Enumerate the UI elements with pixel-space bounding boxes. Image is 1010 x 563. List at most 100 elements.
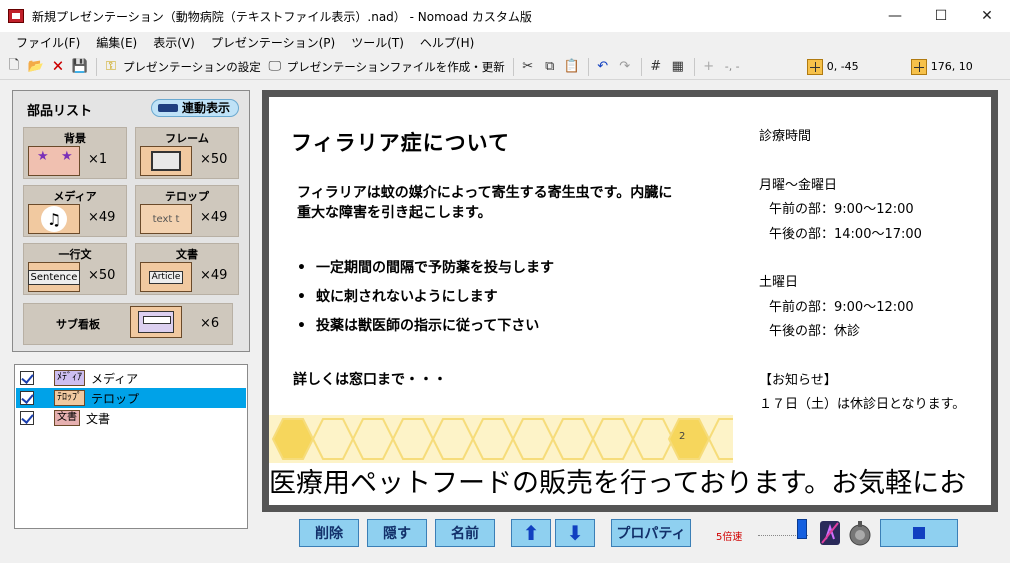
music-note-icon: ♫ — [41, 206, 67, 232]
frame-thumbnail — [140, 146, 192, 176]
part-label: 文書 — [176, 248, 198, 261]
new-file-icon[interactable]: 🗋 — [4, 57, 24, 77]
article-thumb-text: Article — [148, 270, 184, 284]
layer-type-tag: ﾃﾛｯﾌﾟ — [54, 390, 85, 406]
app-icon — [8, 9, 24, 23]
copy-icon[interactable]: ⧉ — [540, 57, 560, 77]
move-down-button[interactable]: ⬇ — [555, 519, 595, 547]
slide-canvas[interactable]: フィラリア症について フィラリアは蚊の媒介によって寄生する寄生虫です。内臓に重大… — [269, 97, 991, 505]
layer-row[interactable]: 文書 文書 — [16, 408, 246, 428]
toolbar-separator — [693, 57, 695, 76]
menu-help[interactable]: ヘルプ(H) — [412, 32, 482, 54]
cut-icon[interactable]: ✂ — [518, 57, 538, 77]
minimize-button[interactable]: — — [872, 0, 918, 32]
create-update-button[interactable]: プレゼンテーションファイルを作成・更新 — [287, 59, 505, 75]
sub-sign-thumbnail — [130, 306, 182, 338]
crosshair-disabled-icon: + — [703, 59, 715, 74]
part-document[interactable]: 文書 Article ×49 — [135, 243, 239, 295]
rename-button[interactable]: 名前 — [435, 519, 495, 547]
speed-slider-thumb[interactable] — [797, 519, 807, 539]
notice-text: １７日（土）は休診日となります。 — [759, 397, 966, 412]
position-readout: 0, -45 — [826, 60, 859, 73]
hexagon-pattern: 2 — [269, 415, 733, 463]
layer-list: ﾒﾃﾞｨｱ メディア ﾃﾛｯﾌﾟ テロップ 文書 文書 — [14, 364, 248, 529]
close-button[interactable]: ✕ — [964, 0, 1010, 32]
background-thumbnail: ★ ★ — [28, 146, 80, 176]
part-count: ×50 — [200, 152, 228, 167]
grid-icon[interactable]: # — [646, 57, 666, 77]
layer-row[interactable]: ﾒﾃﾞｨｱ メディア — [16, 368, 246, 388]
stop-button[interactable] — [880, 519, 958, 547]
visibility-checkbox[interactable] — [20, 411, 34, 425]
position-icon — [806, 58, 823, 75]
parts-panel: 部品リスト 連動表示 背景 ★ ★ ×1 フレーム ×50 メディア ♫ ×49… — [12, 90, 250, 352]
part-label: フレーム — [165, 132, 209, 145]
toolbar-separator — [96, 57, 97, 76]
hexagon-number: 2 — [679, 431, 686, 442]
maximize-button[interactable]: ☐ — [918, 0, 964, 32]
part-label: メディア — [53, 190, 97, 203]
slide-title: フィラリア症について — [291, 131, 510, 155]
part-background[interactable]: 背景 ★ ★ ×1 — [23, 127, 127, 179]
key-icon: ⚿ — [106, 59, 116, 74]
toolbar: 🗋 📂 🗙 💾 ⚿ プレゼンテーションの設定 🖵 プレゼンテーションファイルを作… — [0, 54, 1010, 80]
mute-svg — [820, 521, 840, 545]
bullet-item: 投薬は獣医師の指示に従って下さい — [297, 315, 554, 344]
record-icon[interactable] — [848, 518, 872, 548]
open-folder-icon[interactable]: 📂 — [26, 57, 46, 77]
part-telop[interactable]: テロップ text t ×49 — [135, 185, 239, 237]
part-sub-sign[interactable]: サブ看板 ×6 — [23, 303, 233, 345]
fine-grid-icon[interactable]: ▦ — [668, 57, 688, 77]
menu-file[interactable]: ファイル(F) — [8, 32, 88, 54]
menu-presentation[interactable]: プレゼンテーション(P) — [203, 32, 343, 54]
weekday-morning: 午前の部：9:00～12:00 — [769, 202, 914, 217]
layer-row-selected[interactable]: ﾃﾛｯﾌﾟ テロップ — [16, 388, 246, 408]
delete-button[interactable]: 削除 — [299, 519, 359, 547]
presentation-settings-button[interactable]: プレゼンテーションの設定 — [123, 59, 261, 75]
document-thumbnail: Article — [140, 262, 192, 292]
stop-icon — [913, 527, 925, 539]
undo-icon[interactable]: ↶ — [593, 57, 613, 77]
link-display-button[interactable]: 連動表示 — [150, 99, 239, 117]
star-icon: ★ — [37, 149, 49, 164]
save-icon[interactable]: 💾 — [70, 57, 90, 77]
mute-icon[interactable] — [818, 518, 842, 548]
toolbar-separator — [640, 57, 642, 76]
paste-icon[interactable]: 📋 — [562, 57, 582, 77]
title-bar: 新規プレゼンテーション（動物病院（テキストファイル表示）.nad） - Nomo… — [0, 0, 1010, 32]
part-frame[interactable]: フレーム ×50 — [135, 127, 239, 179]
hide-button[interactable]: 隠す — [367, 519, 427, 547]
menu-edit[interactable]: 編集(E) — [88, 32, 145, 54]
menu-bar: ファイル(F) 編集(E) 表示(V) プレゼンテーション(P) ツール(T) … — [0, 32, 1010, 54]
visibility-checkbox[interactable] — [20, 391, 34, 405]
visibility-checkbox[interactable] — [20, 371, 34, 385]
move-up-button[interactable]: ⬆ — [511, 519, 551, 547]
saturday-afternoon: 午後の部：休診 — [769, 324, 861, 339]
part-count: ×49 — [200, 210, 228, 225]
part-count: ×1 — [88, 152, 108, 167]
toolbar-separator — [512, 57, 514, 76]
slide-preview[interactable]: フィラリア症について フィラリアは蚊の媒介によって寄生する寄生虫です。内臓に重大… — [262, 90, 998, 512]
menu-tools[interactable]: ツール(T) — [343, 32, 412, 54]
bullet-item: 一定期間の間隔で予防薬を投与します — [297, 257, 554, 286]
close-file-icon[interactable]: 🗙 — [48, 57, 68, 77]
hexagon-svg — [271, 418, 733, 460]
part-media[interactable]: メディア ♫ ×49 — [23, 185, 127, 237]
toolbar-separator — [587, 57, 589, 76]
size-icon — [910, 58, 927, 75]
part-label: 背景 — [64, 132, 86, 145]
parts-title: 部品リスト — [27, 104, 93, 119]
part-count: ×49 — [200, 268, 228, 283]
slide-body: フィラリアは蚊の媒介によって寄生する寄生虫です。内臓に重大な障害を引き起こします… — [297, 185, 673, 221]
part-sentence[interactable]: 一行文 Sentence ×50 — [23, 243, 127, 295]
slide-footer: 詳しくは窓口まで・・・ — [293, 372, 447, 388]
properties-button[interactable]: プロパティ — [611, 519, 691, 547]
layer-type-tag: 文書 — [54, 410, 80, 426]
media-thumbnail: ♫ — [28, 204, 80, 234]
hours-heading: 診療時間 — [759, 129, 812, 144]
menu-view[interactable]: 表示(V) — [145, 32, 203, 54]
weekday-afternoon: 午後の部：14:00～17:00 — [769, 226, 922, 242]
part-count: ×50 — [88, 268, 116, 283]
window-title: 新規プレゼンテーション（動物病院（テキストファイル表示）.nad） - Nomo… — [32, 9, 532, 24]
redo-icon[interactable]: ↷ — [615, 57, 635, 77]
